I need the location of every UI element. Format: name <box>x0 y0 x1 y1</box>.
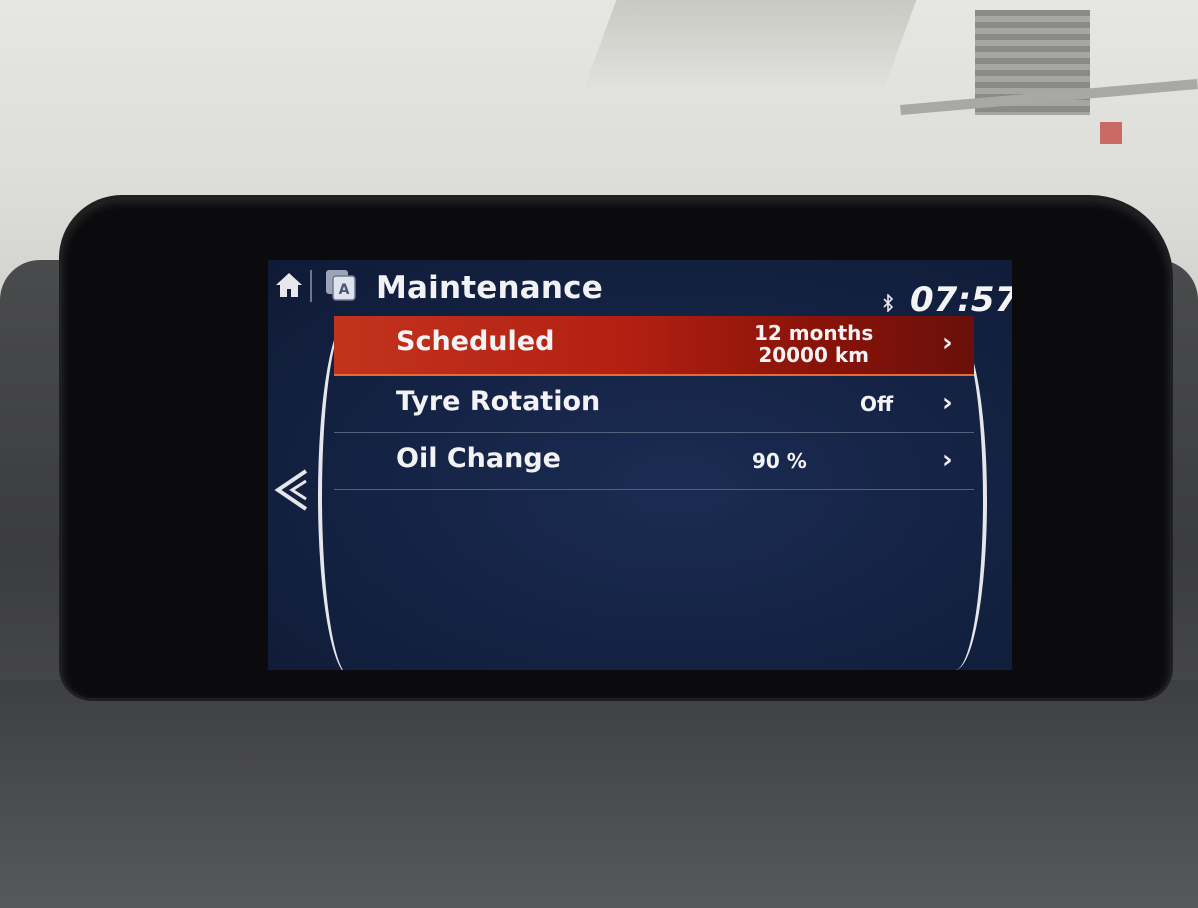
app-icon: A <box>324 268 358 302</box>
dashboard-lower <box>0 680 1198 908</box>
menu-item-value: 90 % <box>752 449 807 473</box>
menu-item-label: Tyre Rotation <box>396 386 601 417</box>
menu-item-value: Off <box>860 392 894 416</box>
scheduled-distance: 20000 km <box>758 343 869 367</box>
home-icon[interactable] <box>274 270 304 300</box>
back-chevron-icon[interactable] <box>268 462 316 518</box>
menu-item-label: Oil Change <box>396 443 561 474</box>
ceiling-beam <box>583 0 917 90</box>
infotainment-screen: A Maintenance 07:57 Scheduled 12 months … <box>268 260 1012 670</box>
page-title: Maintenance <box>376 270 603 306</box>
clock: 07:57 <box>910 280 1012 320</box>
chevron-right-icon: › <box>942 328 953 358</box>
menu-item-label: Scheduled <box>396 326 555 357</box>
wall-sign <box>1100 122 1122 144</box>
scheduled-months: 12 months <box>754 321 874 345</box>
maintenance-menu: Scheduled 12 months 20000 km › Tyre Rota… <box>334 316 974 490</box>
menu-item-value: 12 months 20000 km <box>754 322 873 366</box>
svg-text:A: A <box>339 282 350 298</box>
chevron-right-icon: › <box>942 388 953 418</box>
bluetooth-icon <box>882 293 894 316</box>
menu-item-scheduled[interactable]: Scheduled 12 months 20000 km › <box>334 316 974 376</box>
menu-item-tyre-rotation[interactable]: Tyre Rotation Off › <box>334 376 974 433</box>
menu-item-oil-change[interactable]: Oil Change 90 % › <box>334 433 974 490</box>
header-divider <box>310 270 312 302</box>
chevron-right-icon: › <box>942 445 953 475</box>
header-bar: A Maintenance 07:57 <box>268 260 1012 320</box>
